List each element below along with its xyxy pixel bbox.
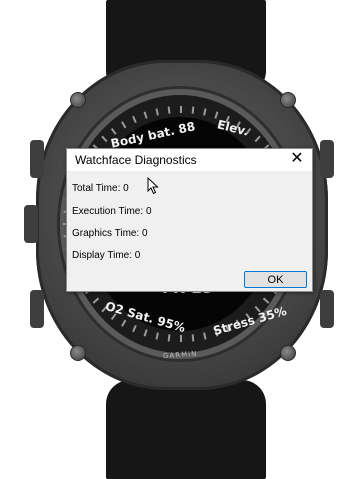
bezel-tick [214, 111, 219, 119]
display-time-label: Display Time: [72, 250, 133, 261]
ok-button[interactable]: OK [244, 271, 307, 288]
total-time-value: 0 [123, 183, 129, 194]
bezel-tick [121, 121, 127, 129]
watch-button-left-top [30, 140, 44, 178]
close-icon[interactable]: ✕ [288, 150, 306, 168]
bezel-tick [180, 106, 182, 113]
bezel-screw-bottom-right [280, 345, 296, 361]
bezel-tick [101, 135, 108, 143]
total-time-label: Total Time: [72, 183, 121, 194]
bezel-tick [143, 111, 148, 119]
dialog-title-bar: Watchface Diagnostics ✕ [67, 149, 312, 171]
bezel-tick [191, 334, 195, 342]
bezel-tick [254, 135, 261, 143]
total-time-row: Total Time: 0 [72, 183, 129, 194]
display-time-row: Display Time: 0 [72, 250, 140, 261]
dialog-title: Watchface Diagnostics [75, 153, 197, 167]
bezel-screw-top-left [70, 92, 86, 108]
mouse-cursor-icon [147, 177, 159, 195]
bezel-tick [110, 127, 117, 135]
watch-button-right-bottom [320, 290, 334, 328]
bezel-screw-bottom-left [70, 345, 86, 361]
execution-time-row: Execution Time: 0 [72, 206, 152, 217]
watch-button-left-middle [24, 205, 38, 243]
bezel-tick [203, 332, 207, 340]
bezel-tick [167, 334, 171, 342]
bezel-tick [262, 297, 270, 304]
bezel-tick [92, 297, 100, 304]
bezel-tick [180, 335, 182, 342]
execution-time-label: Execution Time: [72, 206, 144, 217]
bezel-tick [143, 329, 148, 337]
bezel-tick [121, 319, 127, 327]
bezel-tick [167, 106, 171, 114]
bezel-tick [203, 108, 207, 116]
bezel-tick [155, 108, 159, 116]
bezel-screw-top-right [280, 92, 296, 108]
bezel-tick [132, 115, 137, 124]
graphics-time-row: Graphics Time: 0 [72, 228, 148, 239]
display-time-value: 0 [134, 250, 141, 261]
bezel-tick [155, 332, 159, 340]
execution-time-value: 0 [145, 206, 152, 217]
bezel-tick [132, 324, 137, 333]
watch-button-right-top [320, 140, 334, 178]
bezel-tick [191, 106, 195, 114]
watch-strap-bottom [106, 380, 266, 479]
graphics-time-label: Graphics Time: [72, 228, 140, 239]
graphics-time-value: 0 [142, 228, 148, 239]
watch-button-left-bottom [30, 290, 44, 328]
